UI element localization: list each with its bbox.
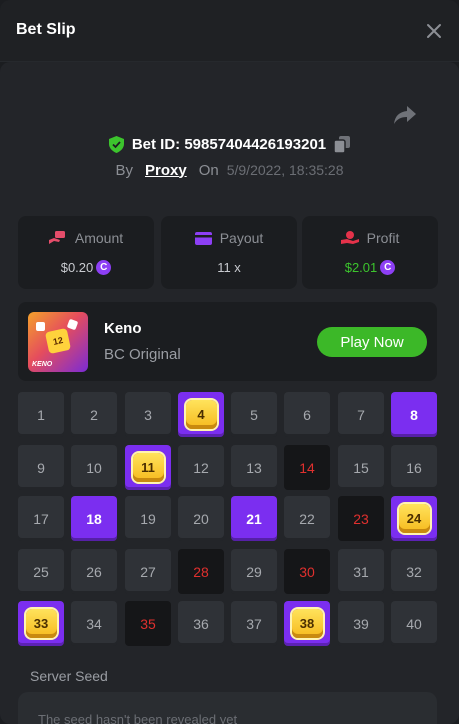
on-label: On bbox=[198, 161, 219, 179]
profit-value: $2.01 bbox=[344, 260, 378, 275]
bet-slip-modal: Bet Slip Bet ID: 59857404426193201 By Pr… bbox=[0, 0, 459, 724]
bet-id: Bet ID: 59857404426193201 bbox=[131, 135, 327, 153]
keno-cell[interactable]: 25 bbox=[18, 549, 64, 594]
share-icon[interactable] bbox=[392, 103, 418, 127]
amount-value: $0.20 bbox=[60, 260, 94, 275]
payout-label: Payout bbox=[219, 230, 264, 246]
payout-value: 11 x bbox=[217, 260, 241, 275]
keno-cell-hit[interactable]: 11 bbox=[125, 445, 171, 490]
profit-stat: Profit $2.01 C bbox=[302, 216, 438, 289]
bc-coin-icon: C bbox=[380, 260, 396, 275]
keno-cell[interactable]: 31 bbox=[338, 549, 384, 594]
server-seed-label: Server Seed bbox=[30, 668, 108, 684]
play-now-button[interactable]: Play Now bbox=[317, 327, 427, 357]
keno-cell[interactable]: 36 bbox=[178, 601, 224, 646]
keno-cell[interactable]: 13 bbox=[231, 445, 277, 490]
keno-cell[interactable]: 17 bbox=[18, 496, 64, 541]
keno-cell[interactable]: 5 bbox=[231, 392, 277, 437]
modal-header: Bet Slip bbox=[0, 0, 459, 62]
keno-cell[interactable]: 9 bbox=[18, 445, 64, 490]
keno-cell[interactable]: 1 bbox=[18, 392, 64, 437]
verified-shield-icon bbox=[108, 135, 124, 153]
close-icon[interactable] bbox=[423, 20, 445, 42]
keno-cell[interactable]: 34 bbox=[71, 601, 117, 646]
keno-cell[interactable]: 40 bbox=[391, 601, 437, 646]
keno-cell-picked[interactable]: 8 bbox=[391, 392, 437, 437]
by-label: By bbox=[115, 161, 133, 179]
profit-label: Profit bbox=[366, 230, 400, 246]
thumb-number: 12 bbox=[44, 327, 72, 355]
keno-cell[interactable]: 22 bbox=[284, 496, 330, 541]
gem-icon: 38 bbox=[291, 609, 323, 638]
gem-icon: 4 bbox=[185, 400, 217, 429]
game-name: Keno bbox=[104, 320, 142, 337]
keno-cell[interactable]: 3 bbox=[125, 392, 171, 437]
keno-cell[interactable]: 16 bbox=[391, 445, 437, 490]
thumb-logo-text: KENO bbox=[32, 361, 53, 368]
bet-id-row: Bet ID: 59857404426193201 bbox=[0, 134, 459, 154]
amount-label: Amount bbox=[74, 230, 124, 246]
keno-cell-hit[interactable]: 4 bbox=[178, 392, 224, 437]
keno-cell-drawn[interactable]: 35 bbox=[125, 601, 171, 646]
keno-cell-drawn[interactable]: 23 bbox=[338, 496, 384, 541]
bet-meta-row: By Proxy On 5/9/2022, 18:35:28 bbox=[0, 160, 459, 180]
keno-cell[interactable]: 10 bbox=[71, 445, 117, 490]
keno-cell-hit[interactable]: 33 bbox=[18, 601, 64, 646]
bc-coin-icon: C bbox=[96, 260, 112, 275]
keno-cell-drawn[interactable]: 28 bbox=[178, 549, 224, 594]
keno-cell[interactable]: 12 bbox=[178, 445, 224, 490]
keno-cell-drawn[interactable]: 14 bbox=[284, 445, 330, 490]
game-card: 12 KENO Keno BC Original Play Now bbox=[18, 302, 437, 381]
amount-stat: Amount $0.20 C bbox=[18, 216, 154, 289]
keno-cell[interactable]: 19 bbox=[125, 496, 171, 541]
modal-title: Bet Slip bbox=[16, 21, 76, 38]
gem-icon: 11 bbox=[132, 453, 164, 482]
keno-cell[interactable]: 6 bbox=[284, 392, 330, 437]
keno-cell[interactable]: 20 bbox=[178, 496, 224, 541]
keno-cell-picked[interactable]: 18 bbox=[71, 496, 117, 541]
keno-cell-hit[interactable]: 38 bbox=[284, 601, 330, 646]
payout-stat: Payout 11 x bbox=[161, 216, 297, 289]
user-link[interactable]: Proxy bbox=[145, 162, 187, 179]
keno-cell-picked[interactable]: 21 bbox=[231, 496, 277, 541]
keno-cell-hit[interactable]: 24 bbox=[391, 496, 437, 541]
keno-cell[interactable]: 2 bbox=[71, 392, 117, 437]
keno-cell-drawn[interactable]: 30 bbox=[284, 549, 330, 594]
keno-cell[interactable]: 32 bbox=[391, 549, 437, 594]
copy-icon[interactable] bbox=[334, 135, 351, 153]
keno-cell[interactable]: 15 bbox=[338, 445, 384, 490]
keno-thumbnail: 12 KENO bbox=[28, 312, 88, 372]
game-subtitle: BC Original bbox=[104, 346, 181, 363]
keno-cell[interactable]: 39 bbox=[338, 601, 384, 646]
gem-icon: 33 bbox=[25, 609, 57, 638]
keno-cell[interactable]: 7 bbox=[338, 392, 384, 437]
server-seed-text: The seed hasn't been revealed yet bbox=[38, 712, 238, 724]
server-seed-box: The seed hasn't been revealed yet bbox=[18, 692, 437, 724]
keno-cell[interactable]: 27 bbox=[125, 549, 171, 594]
keno-cell[interactable]: 37 bbox=[231, 601, 277, 646]
keno-cell[interactable]: 29 bbox=[231, 549, 277, 594]
card-icon bbox=[194, 231, 212, 245]
gem-icon: 24 bbox=[398, 504, 430, 533]
money-hand-icon bbox=[48, 231, 65, 244]
bet-date: 5/9/2022, 18:35:28 bbox=[226, 162, 344, 178]
profit-hand-icon bbox=[340, 231, 359, 244]
keno-cell[interactable]: 26 bbox=[71, 549, 117, 594]
